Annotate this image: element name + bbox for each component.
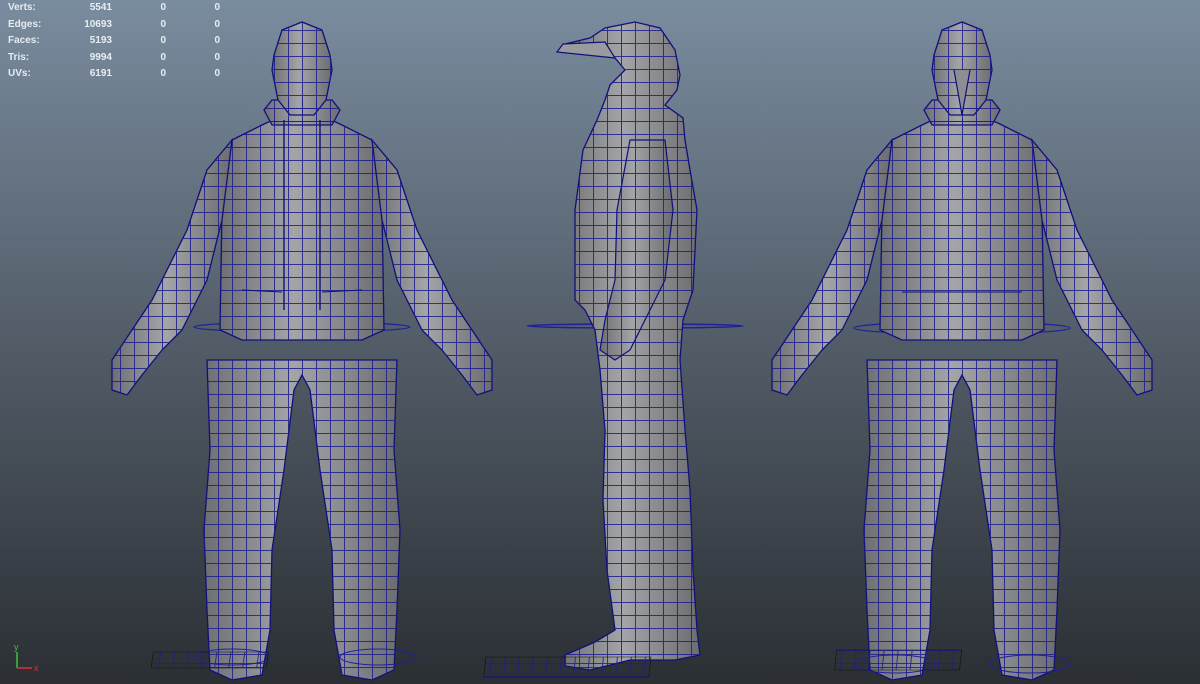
x-axis-label: x: [34, 663, 39, 673]
hud-value-component: 0: [214, 51, 220, 63]
hud-value-total: 10693: [84, 18, 112, 30]
hud-value-selected: 0: [160, 35, 166, 46]
hud-value-component: 0: [214, 35, 220, 46]
hud-label: Edges:: [8, 18, 42, 30]
hud-value-total: 6191: [89, 68, 112, 79]
hud-value-total: 5193: [89, 35, 112, 46]
hud-label: Tris:: [8, 51, 30, 63]
poly-count-hud: Verts: 5541 0 0 Edges: 10693 0 0 Faces: …: [8, 0, 223, 83]
hud-label: Faces:: [8, 35, 40, 46]
side-view-grid-floor: [483, 656, 652, 678]
side-view-model[interactable]: [483, 21, 744, 678]
hud-value-component: 0: [214, 2, 220, 13]
hud-label: Verts:: [8, 2, 36, 13]
hud-value-total: 5541: [89, 2, 112, 13]
hud-value-selected: 0: [160, 51, 166, 63]
hud-row-edges: Edges: 10693 0 0: [8, 17, 223, 34]
hud-value-selected: 0: [160, 18, 166, 30]
front-view-model[interactable]: [111, 21, 493, 681]
maya-viewport[interactable]: [0, 0, 1200, 684]
back-view-grid-floor: [834, 649, 963, 671]
hud-value-selected: 0: [160, 68, 166, 79]
view-axis-icon: y x: [14, 642, 39, 673]
hud-row-uvs: UVs: 6191 0 0: [8, 66, 223, 83]
hud-value-selected: 0: [160, 2, 166, 13]
hud-row-faces: Faces: 5193 0 0: [8, 33, 223, 50]
hud-label: UVs:: [8, 68, 31, 79]
hud-value-component: 0: [214, 18, 220, 30]
hud-row-verts: Verts: 5541 0 0: [8, 0, 223, 17]
front-view-grid-floor: [150, 651, 269, 669]
hud-row-tris: Tris: 9994 0 0: [8, 50, 223, 67]
y-axis-label: y: [14, 642, 19, 652]
hud-value-total: 9994: [89, 51, 112, 63]
back-view-model[interactable]: [771, 21, 1153, 681]
hud-value-component: 0: [214, 68, 220, 79]
